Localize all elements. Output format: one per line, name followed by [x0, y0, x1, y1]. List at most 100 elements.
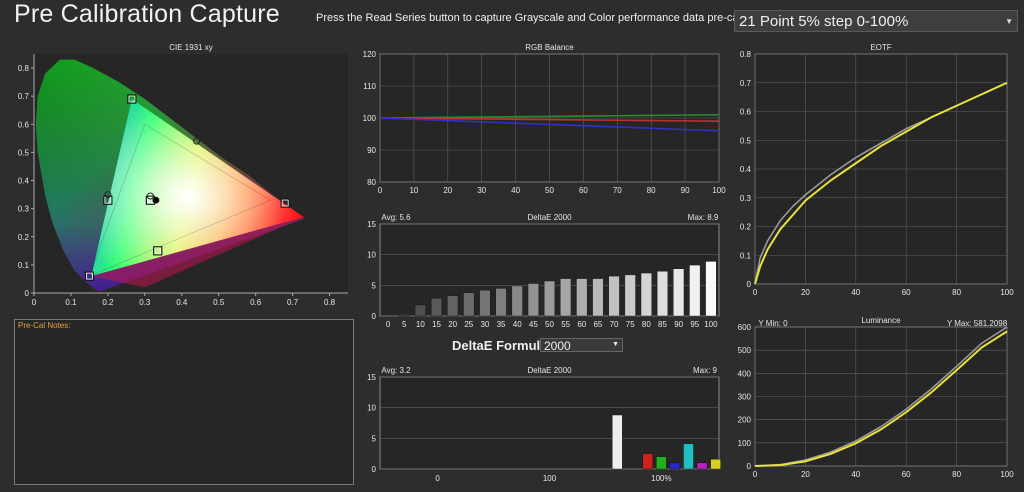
- de1-ytick-label: 0: [372, 312, 377, 321]
- eotf-xtick-label: 40: [851, 288, 860, 297]
- de1-xtick-label: 35: [497, 320, 506, 329]
- de1-xtick-label: 55: [561, 320, 570, 329]
- de1-xtick-label: 75: [626, 320, 635, 329]
- lum-ytick-label: 400: [738, 369, 752, 378]
- de1-xtick-label: 65: [593, 320, 602, 329]
- de2-ytick-label: 15: [367, 373, 376, 382]
- de1-max: Max: 8.9: [688, 213, 719, 222]
- de2-max: Max: 9: [693, 366, 718, 375]
- lum-xtick-label: 40: [851, 470, 860, 479]
- eotf-ytick-label: 0.6: [740, 108, 752, 117]
- rgb-xtick-label: 70: [613, 186, 622, 195]
- de2-bar: [696, 462, 708, 470]
- de2-bar: [683, 443, 694, 470]
- de1-xtick-label: 80: [642, 320, 651, 329]
- de1-xtick-label: 85: [658, 320, 667, 329]
- de2-xtick-label: 100: [543, 474, 557, 483]
- de1-bar: [689, 264, 701, 317]
- cie-ytick-label: 0.8: [18, 64, 30, 73]
- de1-xtick-label: 40: [513, 320, 522, 329]
- rgb-title: RGB Balance: [525, 43, 574, 52]
- rgb-ytick-label: 120: [363, 50, 377, 59]
- de1-bar: [511, 285, 523, 317]
- cie-ytick-label: 0.6: [18, 120, 30, 129]
- cie-xtick-label: 0: [32, 298, 37, 307]
- lum-ytick-label: 0: [747, 462, 752, 471]
- cie-xtick-label: 0.4: [176, 298, 188, 307]
- de2-bar: [612, 414, 623, 470]
- de2-title: DeltaE 2000: [527, 366, 572, 375]
- lum-xtick-label: 80: [952, 470, 961, 479]
- de1-ytick-label: 5: [372, 281, 377, 290]
- cie-ytick-label: 0.3: [18, 205, 30, 214]
- de1-xtick-label: 100: [704, 320, 718, 329]
- cie-xtick-label: 0.8: [324, 298, 336, 307]
- de1-xtick-label: 90: [674, 320, 683, 329]
- de1-bar: [560, 278, 572, 317]
- de2-ytick-label: 10: [367, 404, 376, 413]
- lum-xtick-label: 60: [902, 470, 911, 479]
- de1-xtick-label: 60: [577, 320, 586, 329]
- de2-xtick-label: 100%: [651, 474, 671, 483]
- rgb-ytick-label: 100: [363, 114, 377, 123]
- cie-title: CIE 1931 xy: [169, 43, 213, 52]
- de1-xtick-label: 30: [480, 320, 489, 329]
- eotf-xtick-label: 60: [902, 288, 911, 297]
- cie-xtick-label: 0.3: [139, 298, 151, 307]
- de2-bar: [642, 453, 654, 470]
- lum-ytick-label: 600: [738, 323, 752, 332]
- cie-xtick-label: 0.5: [213, 298, 225, 307]
- rgb-xtick-label: 50: [545, 186, 554, 195]
- de1-bar: [430, 298, 443, 317]
- de1-ytick-label: 15: [367, 220, 376, 229]
- de2-avg: Avg: 3.2: [381, 366, 411, 375]
- eotf-ytick-label: 0.8: [740, 50, 752, 59]
- cie-ytick-label: 0.4: [18, 177, 30, 186]
- rgb-xtick-label: 20: [443, 186, 452, 195]
- de1-title: DeltaE 2000: [527, 213, 572, 222]
- eotf-xtick-label: 100: [1000, 288, 1014, 297]
- de1-bar: [673, 268, 685, 317]
- rgb-xtick-label: 60: [579, 186, 588, 195]
- cie-xtick-label: 0.7: [287, 298, 299, 307]
- cie-measured-point: [152, 196, 160, 204]
- rgb-xtick-label: 10: [409, 186, 418, 195]
- de2-bar: [710, 458, 721, 470]
- cie-xtick-label: 0.2: [102, 298, 114, 307]
- de1-xtick-label: 70: [610, 320, 619, 329]
- de1-xtick-label: 45: [529, 320, 538, 329]
- de1-xtick-label: 0: [386, 320, 391, 329]
- de1-xtick-label: 95: [690, 320, 699, 329]
- eotf-ytick-label: 0.2: [740, 223, 752, 232]
- lum-ytick-label: 200: [738, 416, 752, 425]
- eotf-ytick-label: 0.1: [740, 251, 752, 260]
- lum-title: Luminance: [861, 316, 901, 325]
- cie-ytick-label: 0.1: [18, 261, 30, 270]
- eotf-ytick-label: 0.7: [740, 79, 752, 88]
- rgb-ytick-label: 80: [367, 178, 376, 187]
- eotf-xtick-label: 0: [753, 288, 758, 297]
- eotf-ytick-label: 0.5: [740, 136, 752, 145]
- cie-ytick-label: 0.2: [18, 233, 30, 242]
- cie-xtick-label: 0.6: [250, 298, 262, 307]
- eotf-xtick-label: 80: [952, 288, 961, 297]
- rgb-xtick-label: 80: [647, 186, 656, 195]
- de1-bar: [447, 295, 459, 317]
- de1-bar: [640, 272, 652, 317]
- de2-xtick-label: 0: [435, 474, 440, 483]
- de1-bar: [398, 313, 410, 317]
- de1-bar: [624, 274, 636, 317]
- de1-bar: [608, 275, 620, 317]
- de1-xtick-label: 15: [432, 320, 441, 329]
- lum-xtick-label: 0: [753, 470, 758, 479]
- lum-xtick-label: 100: [1000, 470, 1014, 479]
- rgb-xtick-label: 40: [511, 186, 520, 195]
- de1-xtick-label: 20: [448, 320, 457, 329]
- eotf-ytick-label: 0: [747, 280, 752, 289]
- eotf-title: EOTF: [870, 43, 891, 52]
- de1-xtick-label: 10: [416, 320, 425, 329]
- de2-bar: [669, 462, 681, 470]
- de1-bar: [495, 288, 507, 317]
- lum-ytick-label: 500: [738, 346, 752, 355]
- rgb-ytick-label: 90: [367, 146, 376, 155]
